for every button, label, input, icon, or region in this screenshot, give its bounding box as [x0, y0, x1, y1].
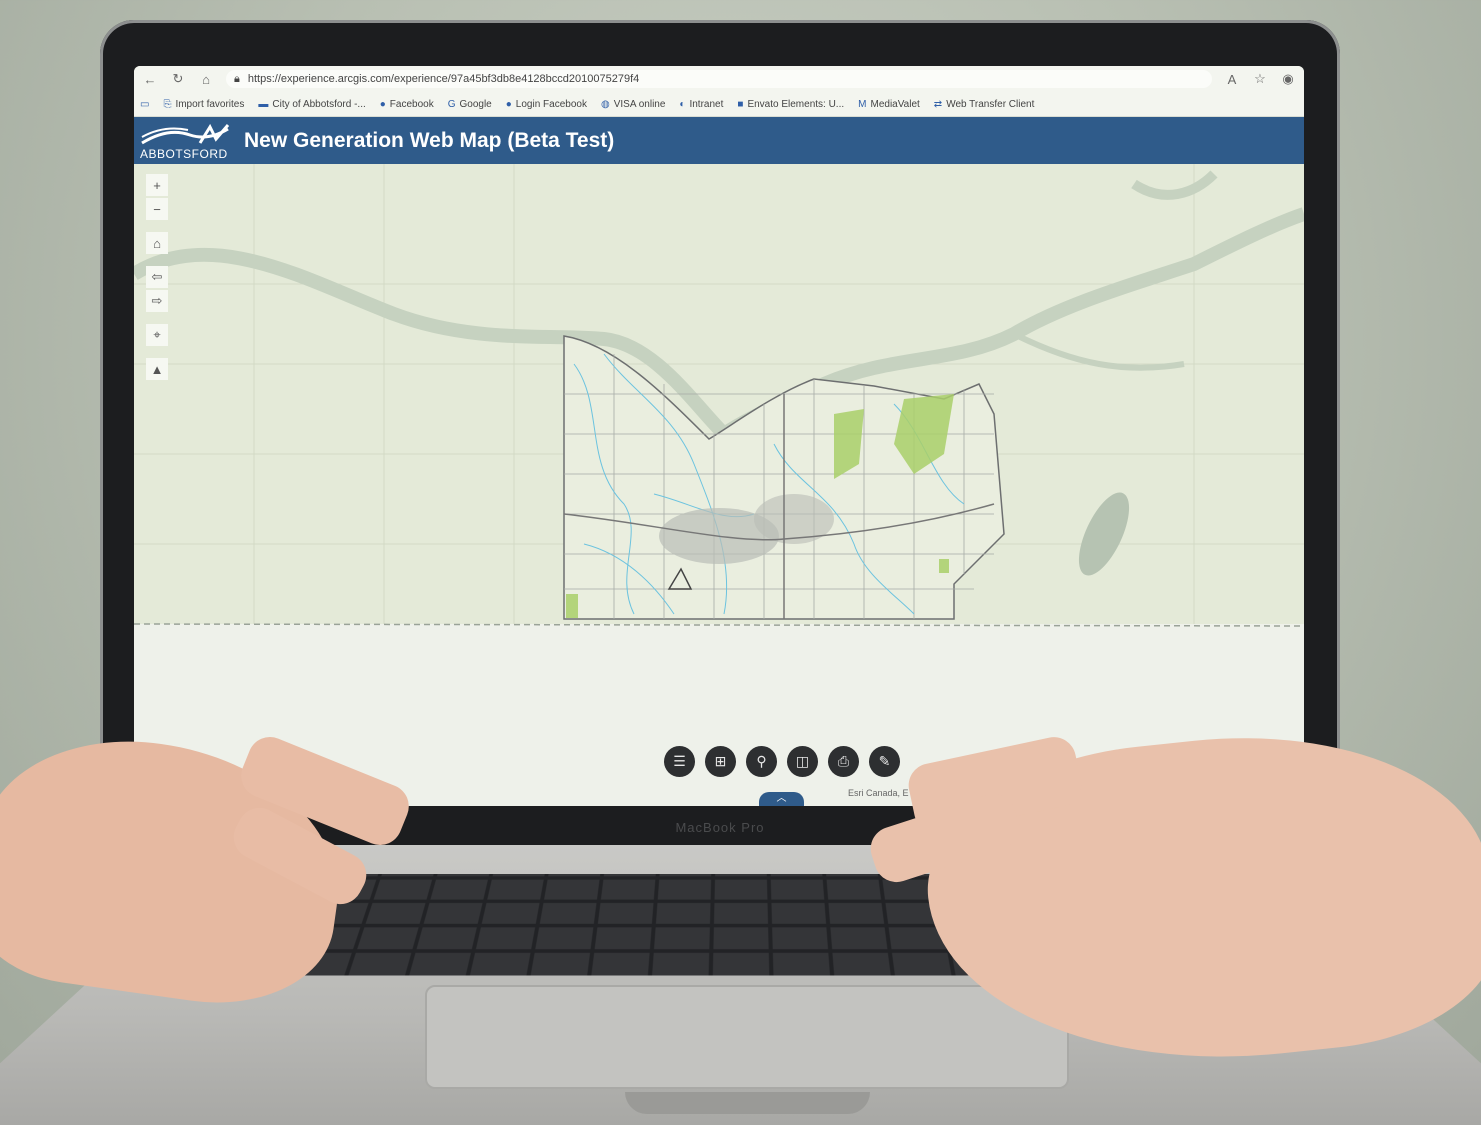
search-button[interactable]: ⚲ — [746, 746, 777, 777]
home-button[interactable]: ⌂ — [146, 232, 168, 254]
bookmark-city-of-abbotsford[interactable]: ▬ City of Abbotsford -... — [258, 99, 365, 110]
grid-icon: ⊞ — [714, 753, 727, 769]
control-gap — [146, 256, 168, 264]
google-icon: G — [447, 98, 456, 110]
back-icon[interactable]: ← — [142, 72, 158, 87]
locate-icon: ⌖ — [153, 327, 161, 342]
app-header: ABBOTSFORD New Generation Web Map (Beta … — [134, 117, 1304, 165]
facebook-icon: ● — [505, 98, 512, 110]
url-text: https://experience.arcgis.com/experience… — [247, 73, 640, 85]
browser-toolbar: ← ↻ ⌂ 🔒︎ https://experience.arcgis.com/e… — [134, 66, 1304, 92]
bookmark-label: City of Abbotsford -... — [272, 98, 366, 110]
logo-mark-icon — [141, 123, 230, 145]
map-attribution: Esri Canada, E — [848, 788, 909, 798]
bookmark-web-transfer-client[interactable]: ⇄ Web Transfer Client — [934, 99, 1035, 110]
bookmark-label: Import favorites — [175, 98, 245, 110]
bookmark-mediavalet[interactable]: M MediaValet — [858, 99, 920, 110]
layers-button[interactable]: ☰ — [664, 746, 695, 777]
abbotsford-logo[interactable]: ABBOTSFORD — [138, 121, 232, 161]
laptop-front-notch — [625, 1092, 870, 1114]
import-icon: ⎘ — [163, 98, 172, 110]
laptop-screen: ← ↻ ⌂ 🔒︎ https://experience.arcgis.com/e… — [134, 66, 1304, 806]
compass-button[interactable]: ▲ — [146, 358, 168, 380]
control-gap — [146, 222, 168, 230]
bookmark-label: VISA online — [613, 98, 666, 110]
bookmark-google[interactable]: G Google — [448, 99, 492, 110]
plus-icon: + — [153, 177, 161, 193]
globe-icon: ◍ — [600, 98, 610, 110]
sketch-button[interactable]: ✎ — [869, 746, 900, 777]
locate-button[interactable]: ⌖ — [146, 324, 168, 346]
arrow-left-icon: ⇦ — [151, 269, 163, 284]
bookmark-import-favorites[interactable]: ⎘ Import favorites — [163, 99, 244, 110]
measure-icon: ◫ — [795, 753, 810, 769]
home-icon[interactable]: ⌂ — [198, 72, 214, 87]
panel-expand-tab[interactable]: ︿ — [759, 792, 804, 806]
layers-icon: ☰ — [673, 753, 686, 769]
control-gap — [146, 348, 168, 356]
home-icon: ⌂ — [153, 235, 161, 251]
bookmark-label: Facebook — [389, 98, 434, 110]
bookmark-bar-toggle[interactable]: ▭ — [140, 99, 149, 110]
envato-icon: ■ — [737, 98, 744, 110]
trackpad — [425, 985, 1069, 1089]
folder-icon: ▬ — [258, 98, 269, 110]
bookmark-envato[interactable]: ■ Envato Elements: U... — [737, 99, 844, 110]
zoom-out-button[interactable]: − — [146, 198, 168, 220]
mediavalet-icon: M — [858, 98, 867, 110]
next-extent-button[interactable]: ⇨ — [146, 290, 168, 312]
facebook-icon: ● — [379, 98, 386, 110]
bookmark-label: Envato Elements: U... — [747, 98, 845, 110]
extension-icon[interactable]: ◉ — [1280, 71, 1296, 87]
bookmark-label: Google — [459, 98, 492, 110]
map-view[interactable]: + − ⌂ ⇦ ⇨ ⌖ ▲ ☰ ⊞ ⚲ ◫ ⎙ ✎ ︿ Esri Canada,… — [134, 164, 1304, 806]
chevron-up-icon: ︿ — [776, 793, 787, 804]
bookmark-intranet[interactable]: ◐ Intranet — [679, 99, 723, 110]
bookmark-label: MediaValet — [870, 98, 920, 110]
transfer-icon: ⇄ — [933, 98, 943, 110]
bookmarks-bar: ▭ ⎘ Import favorites ▬ City of Abbotsford … — [134, 92, 1304, 117]
measure-button[interactable]: ◫ — [787, 746, 818, 777]
bookmark-facebook[interactable]: ● Facebook — [380, 99, 434, 110]
bookmark-toggle-icon: ▭ — [140, 98, 150, 110]
print-icon: ⎙ — [837, 753, 850, 769]
previous-extent-button[interactable]: ⇦ — [146, 266, 168, 288]
compass-icon: ▲ — [150, 361, 164, 377]
intranet-icon: ◐ — [679, 98, 686, 110]
lock-icon: 🔒︎ — [234, 72, 240, 85]
bottom-toolbar: ☰ ⊞ ⚲ ◫ ⎙ ✎ — [664, 746, 900, 777]
app-title: New Generation Web Map (Beta Test) — [244, 129, 615, 152]
control-gap — [146, 314, 168, 322]
print-button[interactable]: ⎙ — [828, 746, 859, 777]
basemap-gallery-button[interactable]: ⊞ — [705, 746, 736, 777]
bookmark-label: Login Facebook — [515, 98, 587, 110]
bookmark-label: Web Transfer Client — [946, 98, 1035, 110]
search-icon: ⚲ — [756, 753, 767, 769]
sketch-icon: ✎ — [878, 753, 891, 769]
minus-icon: − — [153, 201, 161, 217]
bookmark-visa-online[interactable]: ◍ VISA online — [601, 99, 665, 110]
zoom-in-button[interactable]: + — [146, 174, 168, 196]
read-aloud-icon[interactable]: A — [1224, 72, 1240, 87]
logo-text: ABBOTSFORD — [140, 147, 228, 161]
map-controls: + − ⌂ ⇦ ⇨ ⌖ ▲ — [146, 174, 168, 380]
address-bar[interactable]: 🔒︎ https://experience.arcgis.com/experie… — [226, 70, 1212, 88]
bookmark-label: Intranet — [689, 98, 724, 110]
refresh-icon[interactable]: ↻ — [170, 71, 186, 87]
basemap — [134, 164, 1304, 806]
arrow-right-icon: ⇨ — [151, 293, 163, 308]
bookmark-login-facebook[interactable]: ● Login Facebook — [506, 99, 587, 110]
favorite-star-icon[interactable]: ☆ — [1252, 71, 1268, 87]
